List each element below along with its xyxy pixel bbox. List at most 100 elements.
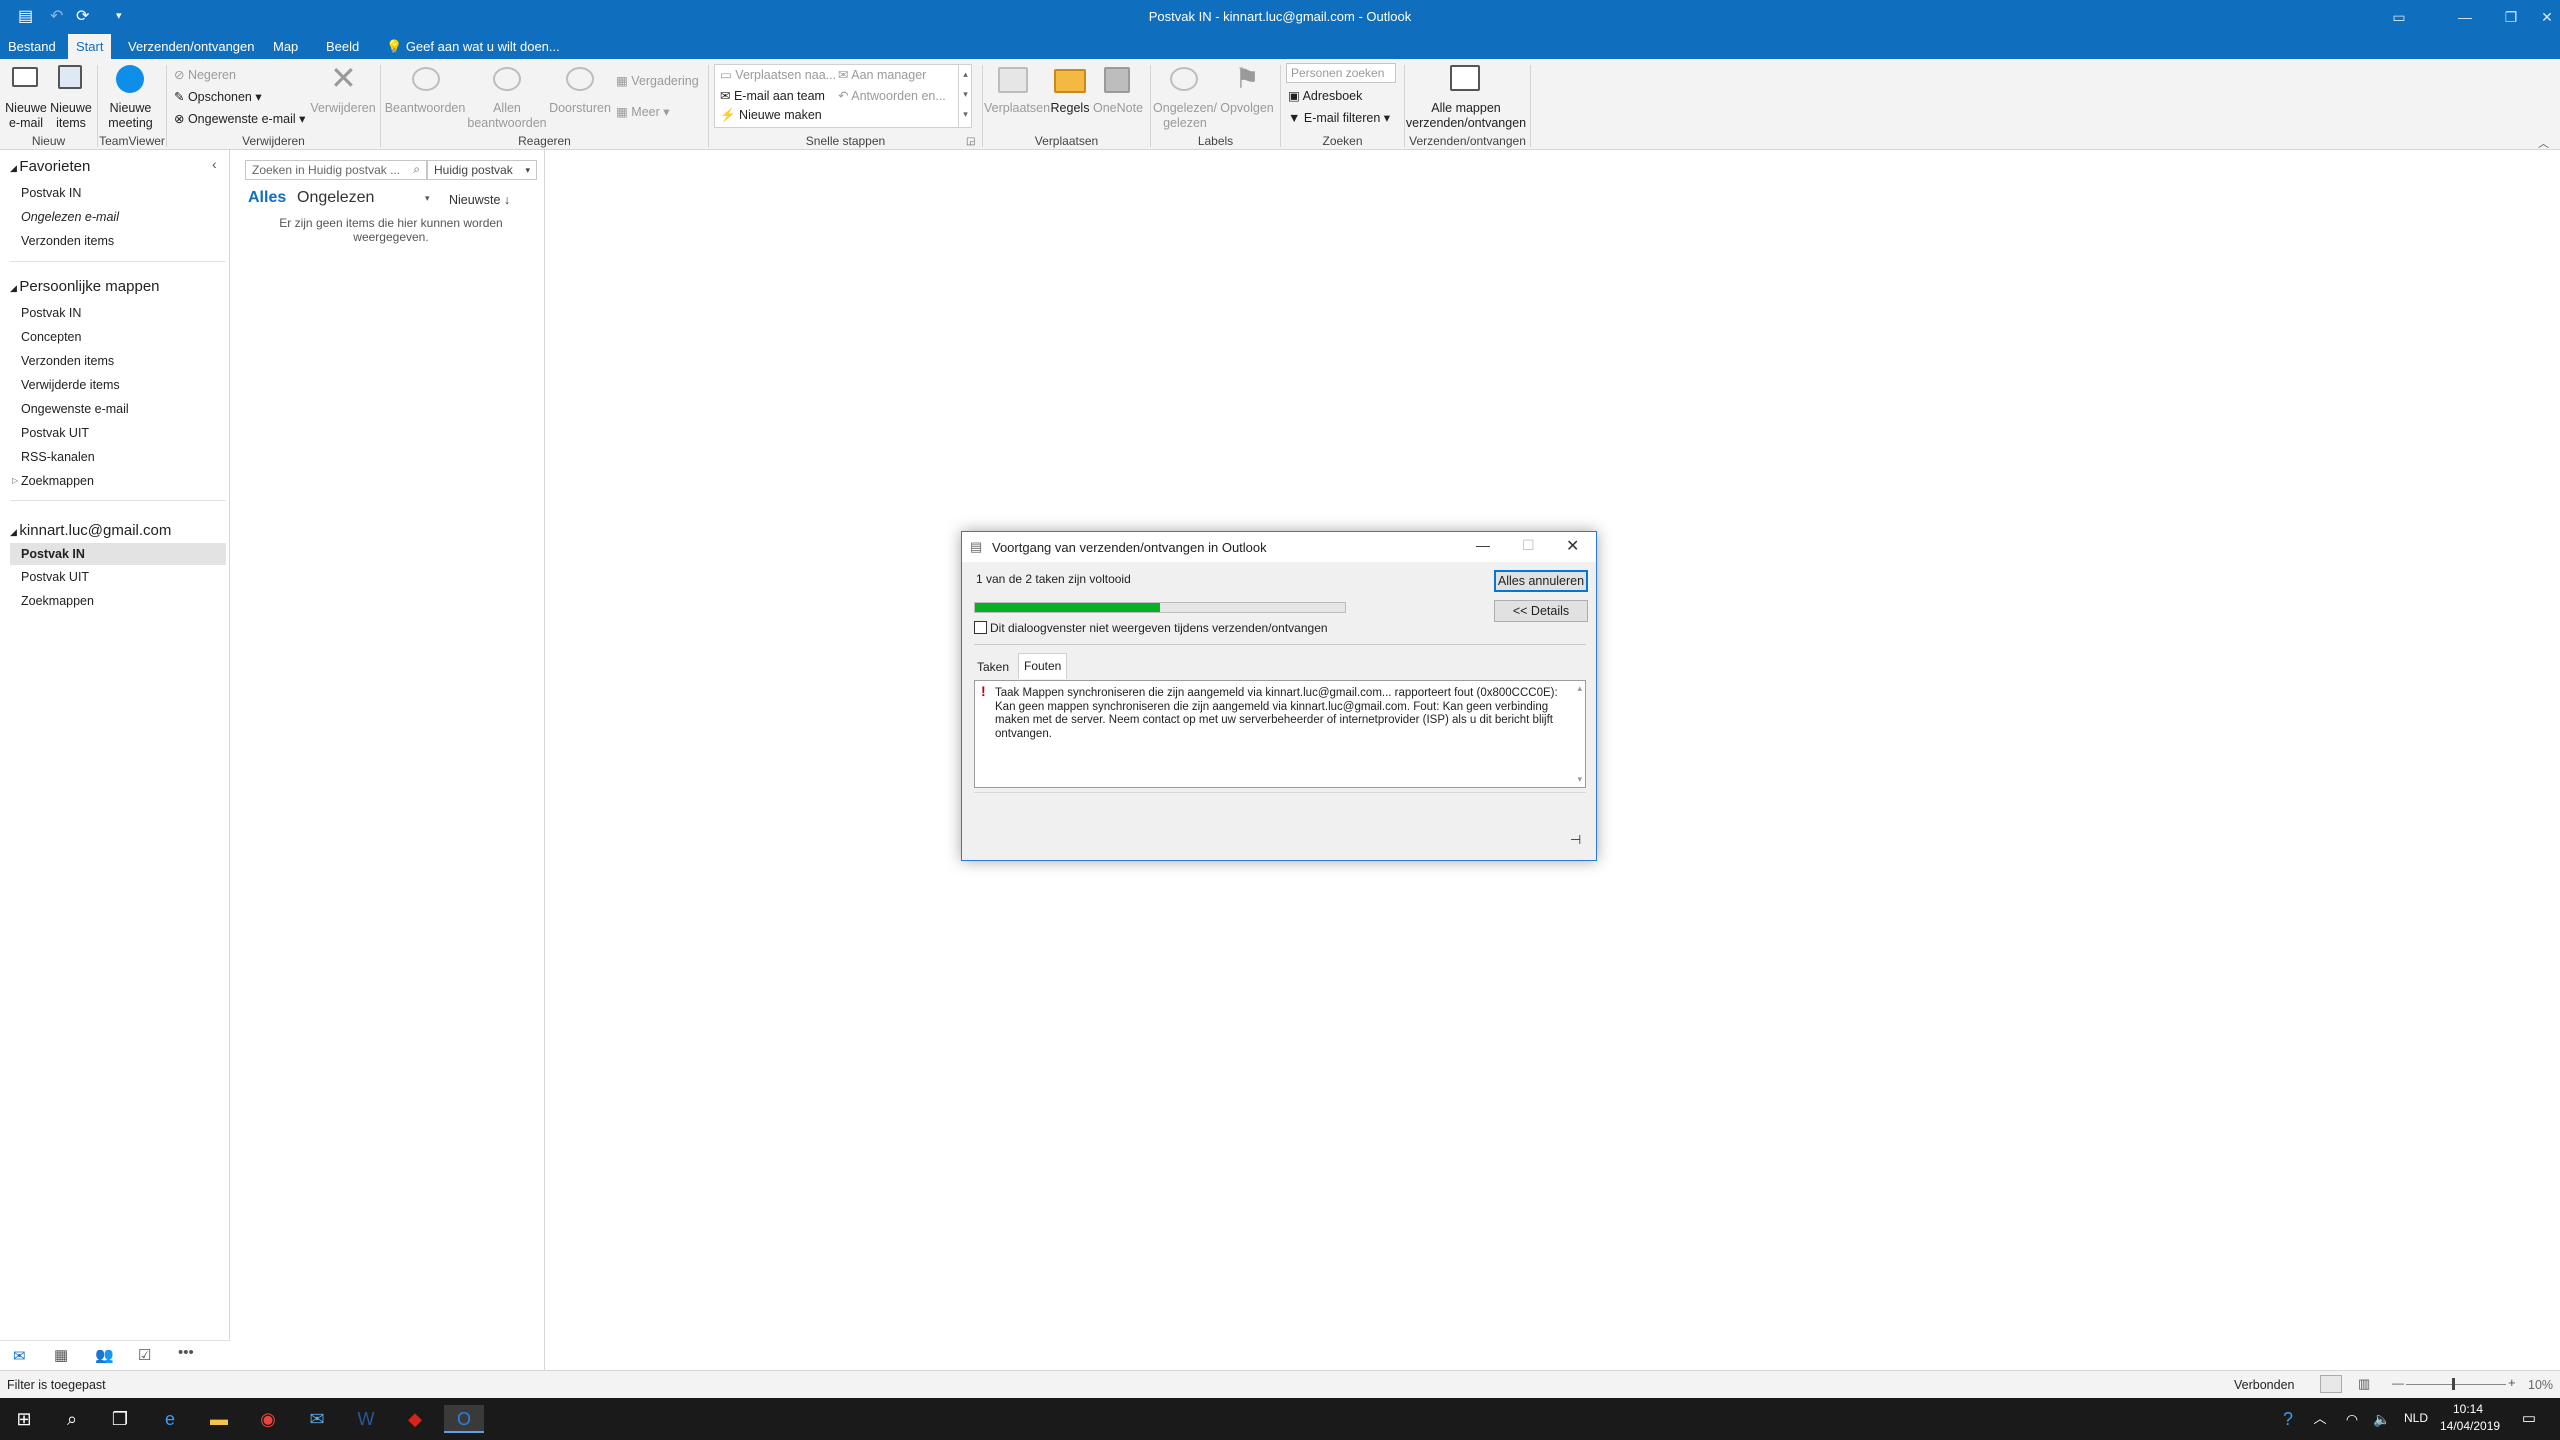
collapse-pane-icon[interactable]: ‹: [212, 156, 217, 172]
account-postvak-in[interactable]: Postvak IN: [10, 543, 226, 565]
mail-icon[interactable]: ✉: [13, 1347, 26, 1365]
folder-verwijderd[interactable]: Verwijderde items: [21, 378, 120, 392]
folder-zoekmappen[interactable]: ▷ Zoekmappen: [12, 474, 94, 488]
tab-bestand[interactable]: Bestand: [0, 34, 64, 59]
cancel-all-button[interactable]: Alles annuleren: [1494, 570, 1588, 592]
quick-step-manager[interactable]: ✉ Aan manager: [838, 67, 926, 82]
clock-date[interactable]: 14/04/2019: [2440, 1419, 2500, 1433]
zoom-level[interactable]: 10%: [2528, 1378, 2553, 1392]
tab-taken[interactable]: Taken: [972, 656, 1014, 678]
normal-view-icon[interactable]: [2320, 1375, 2342, 1393]
quick-step-team[interactable]: ✉ E-mail aan team: [720, 88, 825, 103]
new-meeting-button[interactable]: Nieuwe meeting: [103, 101, 158, 131]
reply-all-button[interactable]: Allen beantwoorden: [466, 101, 548, 131]
meeting-button[interactable]: ▦ Vergadering: [616, 73, 699, 88]
fav-postvak-in[interactable]: Postvak IN: [21, 186, 81, 200]
zoom-in-icon[interactable]: +: [2508, 1375, 2516, 1390]
task-view-icon[interactable]: ❐: [106, 1405, 134, 1433]
delete-button[interactable]: Verwijderen: [310, 101, 376, 116]
acrobat-icon[interactable]: ◆: [401, 1405, 429, 1433]
edge-icon[interactable]: e: [156, 1405, 184, 1433]
clock-time[interactable]: 10:14: [2440, 1402, 2496, 1416]
dialog-close-icon[interactable]: ✕: [1566, 536, 1579, 556]
more-modules-icon[interactable]: •••: [178, 1344, 194, 1361]
favorites-header[interactable]: ◢ Favorieten: [10, 158, 90, 175]
fav-ongelezen[interactable]: Ongelezen e-mail: [21, 210, 119, 224]
dont-show-checkbox[interactable]: Dit dialoogvenster niet weergeven tijden…: [974, 621, 1328, 635]
address-book-button[interactable]: ▣ Adresboek: [1288, 88, 1362, 103]
junk-button[interactable]: ⊗ Ongewenste e-mail ▾: [174, 111, 305, 126]
quick-steps-scroll[interactable]: ▴ ▾ ▾: [958, 64, 972, 128]
search-scope-select[interactable]: Huidig postvak ▾: [427, 160, 537, 180]
rules-button[interactable]: Regels: [1046, 101, 1094, 116]
quick-step-new[interactable]: ⚡ Nieuwe maken: [720, 108, 822, 123]
ignore-button[interactable]: ⊘ Negeren: [174, 67, 236, 82]
tasks-icon[interactable]: ☑: [138, 1346, 151, 1364]
onenote-button[interactable]: OneNote: [1092, 101, 1144, 116]
account-zoekmappen[interactable]: Zoekmappen: [21, 594, 94, 608]
close-icon[interactable]: ✕: [2534, 4, 2560, 30]
filter-all[interactable]: Alles: [248, 189, 286, 207]
notifications-icon[interactable]: ▭: [2515, 1405, 2543, 1433]
move-button[interactable]: Verplaatsen: [984, 101, 1050, 116]
details-button[interactable]: << Details: [1494, 600, 1588, 622]
wifi-icon[interactable]: ◠: [2338, 1405, 2366, 1433]
search-input[interactable]: Zoeken in Huidig postvak ... ⌕: [245, 160, 427, 180]
calendar-icon[interactable]: ▦: [54, 1346, 68, 1364]
people-search-input[interactable]: Personen zoeken: [1286, 63, 1396, 83]
filter-dropdown-icon[interactable]: ▾: [425, 193, 430, 204]
reading-view-icon[interactable]: ▥: [2358, 1376, 2370, 1392]
tab-fouten[interactable]: Fouten: [1018, 653, 1068, 679]
folder-concepten[interactable]: Concepten: [21, 330, 81, 344]
tell-me-search[interactable]: 💡 Geef aan wat u wilt doen...: [378, 34, 568, 59]
help-icon[interactable]: ?: [2274, 1405, 2302, 1433]
folder-rss[interactable]: RSS-kanalen: [21, 450, 95, 464]
people-icon[interactable]: 👥: [95, 1346, 114, 1364]
tab-verzenden-ontvangen[interactable]: Verzenden/ontvangen: [120, 34, 263, 59]
folder-verzonden[interactable]: Verzonden items: [21, 354, 114, 368]
more-button[interactable]: ▦ Meer ▾: [616, 104, 670, 119]
reply-button[interactable]: Beantwoorden: [384, 101, 466, 116]
filter-email-button[interactable]: ▼ E-mail filteren ▾: [1288, 110, 1390, 125]
maximize-icon[interactable]: ❐: [2488, 4, 2534, 30]
scroll-up-icon[interactable]: ▴: [1577, 683, 1582, 694]
folder-ongewenst[interactable]: Ongewenste e-mail: [21, 402, 129, 416]
scroll-down-icon[interactable]: ▾: [1577, 774, 1582, 785]
file-explorer-icon[interactable]: ▬: [205, 1405, 233, 1433]
volume-icon[interactable]: 🔈: [2368, 1405, 2396, 1433]
account-header[interactable]: ◢ kinnart.luc@gmail.com: [10, 522, 171, 539]
cleanup-button[interactable]: ✎ Opschonen ▾: [174, 89, 262, 104]
language-indicator[interactable]: NLD: [2404, 1411, 2428, 1425]
personal-folders-header[interactable]: ◢ Persoonlijke mappen: [10, 278, 160, 295]
tab-start[interactable]: Start: [68, 34, 112, 59]
outlook-taskbar-icon[interactable]: O: [444, 1405, 484, 1433]
dialog-minimize-icon[interactable]: —: [1476, 537, 1490, 553]
send-receive-all-button[interactable]: Alle mappen verzenden/ontvangen: [1404, 101, 1528, 131]
tab-map[interactable]: Map: [265, 34, 306, 59]
zoom-slider[interactable]: [2406, 1384, 2506, 1385]
follow-up-button[interactable]: Opvolgen: [1218, 101, 1276, 116]
filter-unread[interactable]: Ongelezen: [297, 189, 374, 207]
chevron-up-icon[interactable]: ︿: [2306, 1405, 2334, 1433]
fav-verzonden[interactable]: Verzonden items: [21, 234, 114, 248]
mail-app-icon[interactable]: ✉: [303, 1405, 331, 1433]
zoom-thumb[interactable]: [2452, 1378, 2455, 1390]
pin-icon[interactable]: ⊣: [1570, 832, 1581, 848]
forward-button[interactable]: Doorsturen: [546, 101, 614, 116]
account-postvak-uit[interactable]: Postvak UIT: [21, 570, 89, 584]
windows-start-icon[interactable]: ⊞: [10, 1405, 38, 1433]
sort-button[interactable]: Nieuwste ↓: [449, 193, 510, 207]
word-icon[interactable]: W: [352, 1405, 380, 1433]
folder-postvak-in[interactable]: Postvak IN: [21, 306, 81, 320]
ribbon-display-icon[interactable]: ▭: [2376, 4, 2422, 30]
quick-step-move[interactable]: ▭ Verplaatsen naa...: [720, 67, 836, 82]
folder-postvak-uit[interactable]: Postvak UIT: [21, 426, 89, 440]
new-items-button[interactable]: Nieuwe items: [48, 101, 94, 131]
chrome-icon[interactable]: ◉: [254, 1405, 282, 1433]
search-icon[interactable]: ⌕: [58, 1405, 86, 1433]
quick-step-reply[interactable]: ↶ Antwoorden en...: [838, 88, 946, 103]
zoom-out-icon[interactable]: —: [2392, 1376, 2404, 1390]
tab-beeld[interactable]: Beeld: [318, 34, 367, 59]
minimize-icon[interactable]: —: [2442, 4, 2488, 30]
unread-read-button[interactable]: Ongelezen/ gelezen: [1150, 101, 1220, 131]
